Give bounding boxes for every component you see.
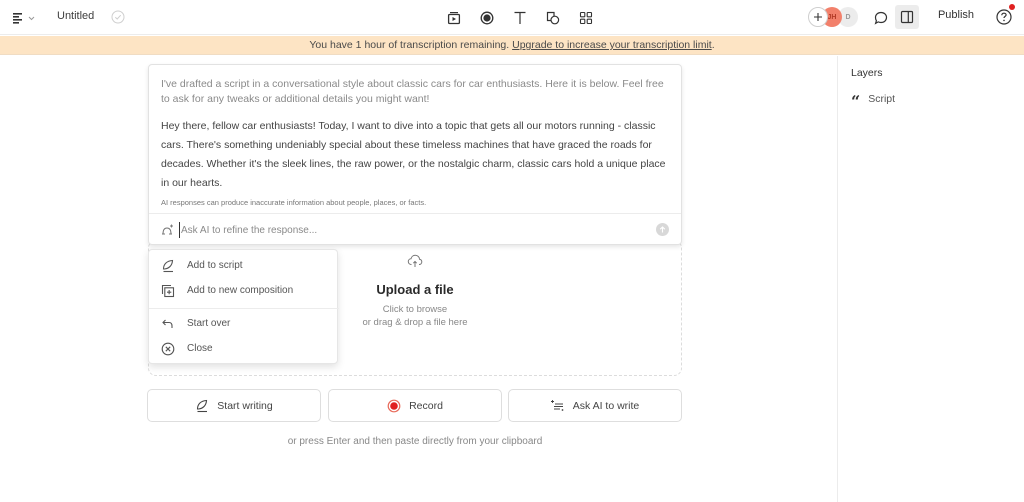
ai-action-menu: Add to script Add to new composition Sta… [148,249,339,364]
chevron-down-icon [28,16,35,20]
record-icon [387,399,401,412]
menu-item-label: Close [187,343,213,354]
top-bar: Untitled JH D Publish [0,0,1024,35]
comments-button[interactable] [870,7,892,29]
ai-response-card: I've drafted a script in a conversationa… [148,64,682,245]
grid-tool-button[interactable] [569,7,602,29]
sidebar-panel-icon [900,10,914,24]
undo-arrow-icon [162,319,173,328]
ai-refine-input[interactable] [179,222,649,238]
ask-ai-to-write-button[interactable]: Ask AI to write [508,389,682,422]
plus-icon [814,13,822,21]
upload-browse-text[interactable]: Click to browse [340,303,490,316]
menu-item-add-to-new-composition[interactable]: Add to new composition [149,279,339,303]
menu-divider [149,308,339,309]
text-icon [514,11,525,24]
publish-button[interactable]: Publish [930,9,982,21]
layer-label: Script [868,93,896,105]
upload-drag-text: or drag & drop a file here [362,317,468,328]
cloud-upload-icon [407,254,423,267]
menu-item-close[interactable]: Close [149,337,339,361]
media-play-icon [447,12,460,25]
arrow-up-icon [659,226,666,233]
document-title[interactable]: Untitled [57,10,94,22]
transcription-banner: You have 1 hour of transcription remaini… [0,36,1024,55]
text-tool-button[interactable] [503,7,536,29]
layers-panel: Layers “ Script [837,56,1024,502]
menu-item-label: Start over [187,318,231,329]
menu-item-label: Add to new composition [187,285,294,296]
add-composition-icon [161,284,175,298]
document-menu-icon [13,13,22,24]
ask-ai-label: Ask AI to write [572,399,640,412]
shapes-icon [546,11,559,25]
record-label: Record [409,399,443,412]
ai-intro-text: I've drafted a script in a conversationa… [161,78,664,105]
start-writing-button[interactable]: Start writing [147,389,321,422]
menu-item-add-to-script[interactable]: Add to script [149,254,339,278]
menu-item-label: Add to script [187,260,243,271]
record-button[interactable]: Record [328,389,502,422]
pen-icon [162,259,174,273]
record-icon [480,11,493,25]
banner-suffix: . [711,39,715,51]
banner-text: You have 1 hour of transcription remaini… [309,39,510,51]
layer-item-script[interactable]: “ Script [851,91,896,111]
upgrade-link[interactable]: Upgrade to increase your transcription l… [512,39,712,51]
help-icon[interactable] [995,8,1013,26]
comment-icon [874,11,888,25]
upload-instructions: Click to browse or drag & drop a file he… [340,303,490,329]
ai-refine-row [149,213,681,245]
shapes-tool-button[interactable] [536,7,569,29]
toggle-panel-button[interactable] [895,5,919,29]
ai-disclaimer: AI responses can produce inaccurate info… [161,198,427,207]
add-collaborator-button[interactable] [808,7,828,27]
document-menu-button[interactable] [12,9,42,27]
start-writing-label: Start writing [217,399,273,412]
upload-title: Upload a file [376,282,454,297]
layers-title: Layers [851,67,883,79]
media-tool-button[interactable] [437,7,470,29]
toolbar [437,7,602,29]
notification-dot [1009,4,1015,10]
check-circle-icon [111,10,125,24]
menu-item-start-over[interactable]: Start over [149,312,339,336]
record-tool-button[interactable] [470,7,503,29]
ai-sparkle-icon [162,224,173,235]
ai-script-text: Hey there, fellow car enthusiasts! Today… [161,120,666,189]
send-button[interactable] [656,223,669,236]
pen-icon [197,399,208,412]
quote-icon: “ [851,92,861,111]
grid-icon [579,11,592,25]
ai-text-icon [550,399,564,411]
paste-hint: or press Enter and then paste directly f… [287,436,543,447]
close-circle-icon [161,342,175,356]
